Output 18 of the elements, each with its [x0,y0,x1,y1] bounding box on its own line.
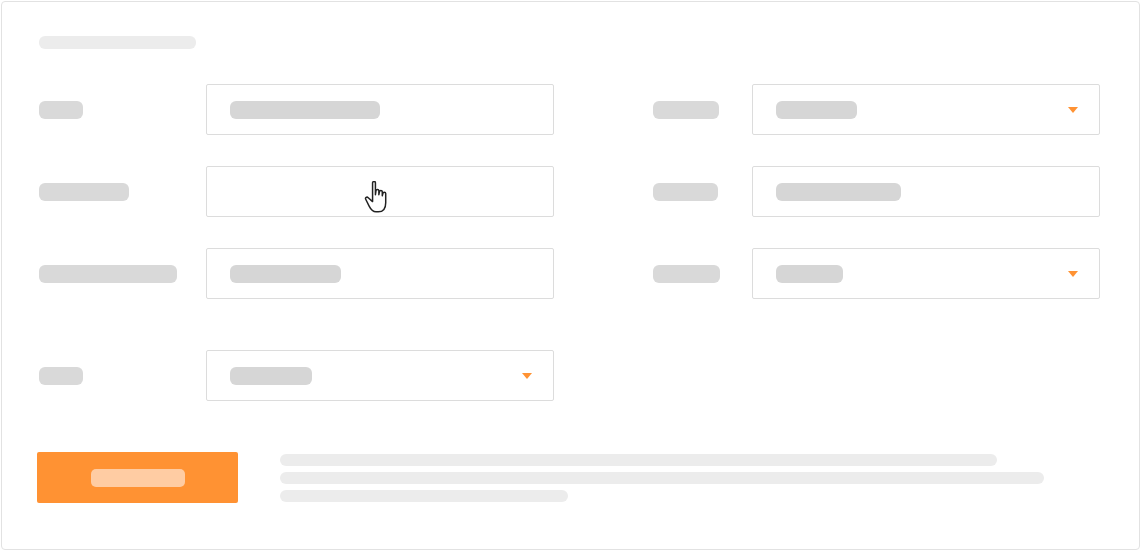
input-field[interactable] [752,248,1100,299]
submit-button[interactable] [37,452,238,503]
label-placeholder [653,100,719,119]
label-placeholder [39,366,83,385]
label-placeholder [39,100,83,119]
input-field[interactable] [206,350,554,401]
caret-icon [522,373,532,379]
label-placeholder [653,182,718,201]
label-placeholder [653,264,720,283]
input-field[interactable] [206,84,554,135]
input-field[interactable] [752,166,1100,217]
input-field[interactable] [206,248,554,299]
input-field[interactable] [206,166,554,217]
input-field[interactable] [752,84,1100,135]
hand-cursor-icon [364,181,388,213]
caret-icon [1068,107,1078,113]
caret-icon [1068,271,1078,277]
value-placeholder [776,264,843,283]
